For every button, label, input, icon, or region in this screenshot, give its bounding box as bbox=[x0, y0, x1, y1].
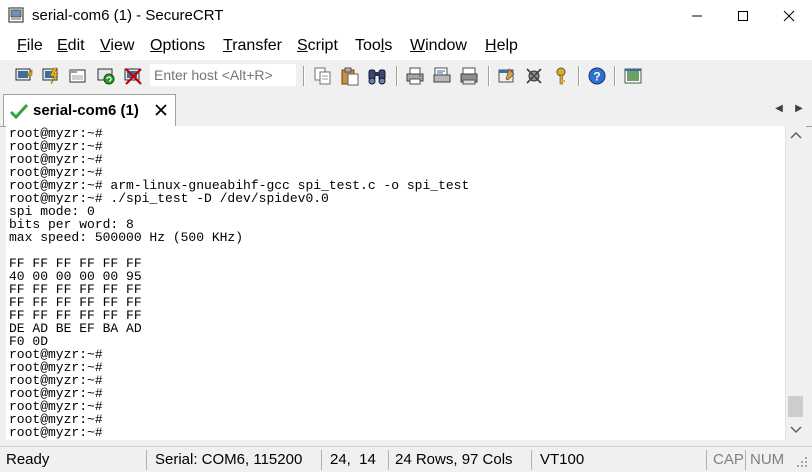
menu-script[interactable]: Script bbox=[297, 37, 338, 55]
tab-label: serial-com6 (1) bbox=[33, 102, 139, 119]
paste-icon[interactable] bbox=[340, 66, 360, 86]
keymap-icon[interactable] bbox=[551, 66, 571, 86]
resize-grip-icon[interactable] bbox=[796, 456, 808, 468]
menu-help[interactable]: Help bbox=[485, 37, 518, 55]
global-options-icon[interactable] bbox=[524, 66, 544, 86]
menu-window[interactable]: Window bbox=[410, 37, 467, 55]
toolbar-separator bbox=[488, 66, 490, 86]
tab-scroll-left-icon[interactable]: ◀ bbox=[773, 101, 785, 115]
status-terminal-size: 24 Rows, 97 Cols bbox=[395, 451, 513, 468]
copy-icon[interactable] bbox=[313, 66, 333, 86]
toolbar-separator bbox=[396, 66, 398, 86]
toolbar-separator bbox=[303, 66, 305, 86]
disconnect-icon[interactable] bbox=[123, 66, 143, 86]
status-emulation: VT100 bbox=[540, 451, 585, 468]
status-separator bbox=[321, 450, 322, 470]
scroll-down-icon[interactable] bbox=[790, 426, 802, 434]
enter-host-input[interactable] bbox=[150, 64, 296, 86]
connect-in-tab-icon[interactable] bbox=[68, 66, 88, 86]
status-caps-lock: CAP bbox=[713, 451, 744, 468]
reconnect-icon[interactable] bbox=[96, 66, 116, 86]
status-separator bbox=[706, 450, 707, 470]
status-separator bbox=[146, 450, 147, 470]
toolbar-separator bbox=[578, 66, 580, 86]
menu-transfer[interactable]: Transfer bbox=[223, 37, 282, 55]
session-options-icon[interactable] bbox=[497, 66, 517, 86]
vertical-scrollbar[interactable] bbox=[785, 126, 806, 440]
toolbar-separator bbox=[614, 66, 616, 86]
menu-edit[interactable]: Edit bbox=[57, 37, 85, 55]
menu-bar: File Edit View Options Transfer Script T… bbox=[0, 32, 812, 60]
terminal-line: max speed: 500000 Hz (500 KHz) bbox=[9, 230, 244, 245]
find-icon[interactable] bbox=[367, 66, 387, 86]
title-bar: serial-com6 (1) - SecureCRT bbox=[0, 0, 812, 32]
print-selection-icon[interactable] bbox=[432, 66, 452, 86]
menu-tools[interactable]: Tools bbox=[355, 37, 392, 55]
maximize-icon bbox=[738, 11, 748, 21]
status-ready: Ready bbox=[6, 451, 50, 468]
toolbar: ? bbox=[0, 60, 812, 92]
tab-scroll-right-icon[interactable]: ▶ bbox=[793, 101, 805, 115]
print-screen-icon[interactable] bbox=[459, 66, 479, 86]
minimize-icon bbox=[692, 15, 702, 17]
minimize-button[interactable] bbox=[674, 0, 720, 32]
window-title: serial-com6 (1) - SecureCRT bbox=[32, 7, 224, 24]
status-cursor-position: 24, 14 bbox=[330, 451, 376, 468]
scroll-up-icon[interactable] bbox=[790, 131, 802, 139]
status-num-lock: NUM bbox=[750, 451, 785, 468]
status-separator bbox=[388, 450, 389, 470]
status-separator bbox=[745, 450, 746, 470]
connected-check-icon bbox=[10, 103, 28, 119]
close-button[interactable] bbox=[766, 0, 812, 32]
terminal-output[interactable]: root@myzr:~# root@myzr:~# root@myzr:~# r… bbox=[6, 126, 785, 440]
scrollbar-thumb[interactable] bbox=[788, 396, 803, 417]
status-bar: Ready Serial: COM6, 115200 24, 14 24 Row… bbox=[0, 446, 812, 472]
terminal-line: root@myzr:~# bbox=[9, 425, 103, 440]
status-separator bbox=[531, 450, 532, 470]
sftp-icon[interactable] bbox=[623, 66, 643, 86]
maximize-button[interactable] bbox=[720, 0, 766, 32]
menu-view[interactable]: View bbox=[100, 37, 134, 55]
menu-file[interactable]: File bbox=[17, 37, 43, 55]
securecrt-app-icon[interactable] bbox=[8, 7, 24, 23]
status-connection: Serial: COM6, 115200 bbox=[155, 451, 303, 468]
quick-connect-icon[interactable] bbox=[41, 66, 61, 86]
tab-close-icon[interactable] bbox=[154, 103, 168, 117]
svg-text:?: ? bbox=[593, 70, 600, 84]
help-icon[interactable]: ? bbox=[587, 66, 607, 86]
close-icon bbox=[783, 10, 795, 22]
connect-icon[interactable] bbox=[14, 66, 34, 86]
tab-serial-com6[interactable]: serial-com6 (1) bbox=[3, 94, 176, 126]
print-icon[interactable] bbox=[405, 66, 425, 86]
menu-options[interactable]: Options bbox=[150, 37, 205, 55]
